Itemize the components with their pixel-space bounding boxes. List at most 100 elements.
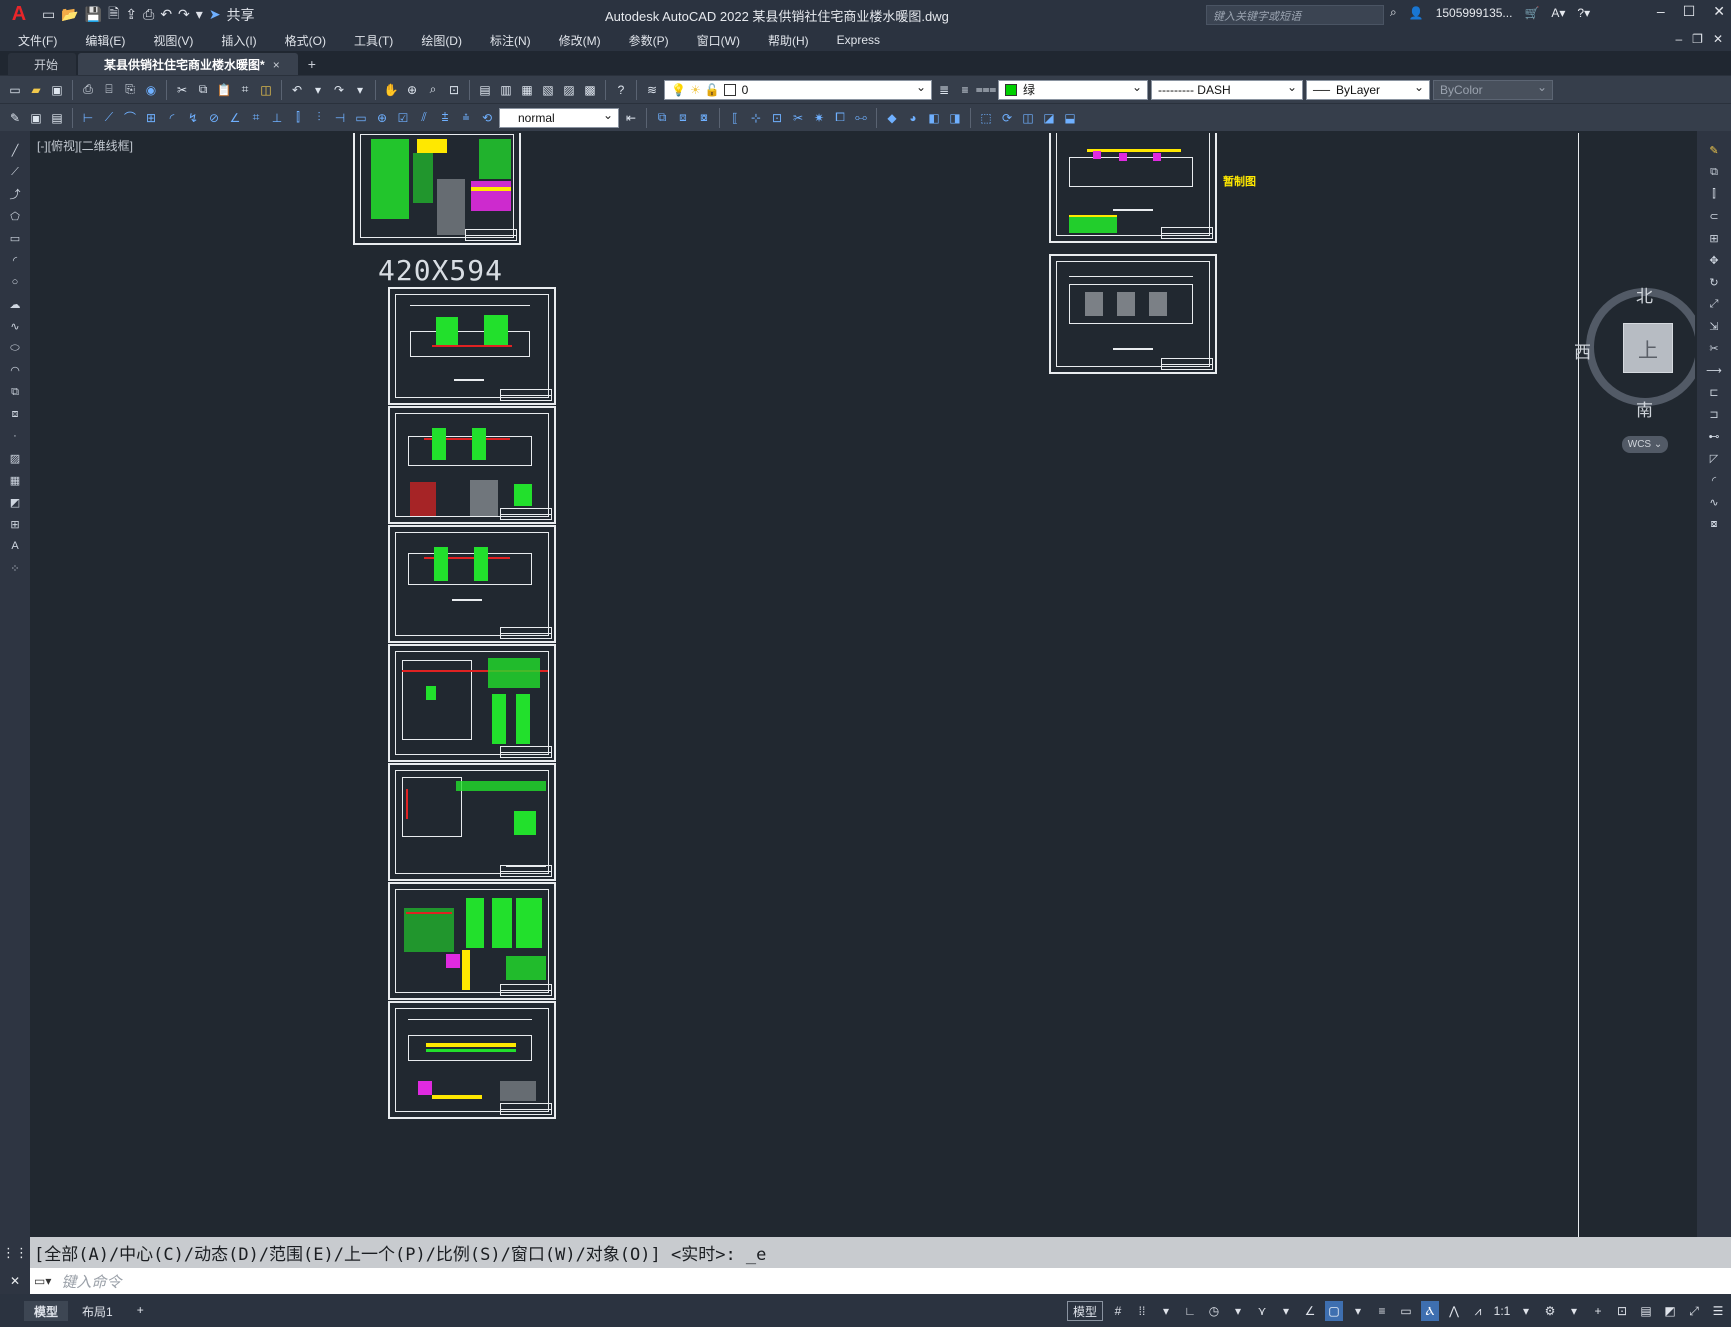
minimize-icon[interactable]: – [1657,3,1665,20]
zoom-realtime-icon[interactable]: ⊕ [403,81,421,99]
help-search-input[interactable]: 键入关键字或短语 [1206,5,1384,25]
tab-model[interactable]: 模型 [24,1300,69,1321]
new-icon[interactable]: ▭ [6,81,24,99]
grid-icon[interactable]: # [1109,1301,1127,1321]
undo-icon[interactable]: ↶ [160,6,172,23]
command-input[interactable]: 键入命令 [61,1271,121,1292]
compass-west[interactable]: 西 [1574,338,1591,363]
workspace-gear-icon[interactable]: ⚙ [1541,1301,1559,1321]
menu-item-4[interactable]: 格式(O) [285,32,326,49]
lineweight-dropdown[interactable]: ── ByLayer [1306,79,1430,100]
undo-dropdown-icon[interactable]: ▾ [309,81,327,99]
redo-dropdown-icon[interactable]: ▾ [351,81,369,99]
jogged-dimension-icon[interactable]: ↯ [184,109,202,127]
drawing-sheet-4[interactable] [388,644,556,762]
3d-print-icon[interactable]: ◉ [142,81,160,99]
viewcube-top-face[interactable]: 上 [1623,323,1673,373]
offset-icon[interactable]: ⊂ [1705,207,1723,225]
autodesk-app-icon[interactable]: A▾ [1551,6,1565,20]
break-at-point-icon[interactable]: ⊏ [1705,383,1723,401]
draworder-front-icon[interactable]: ⧉ [653,109,671,127]
drawing-sheet-notes[interactable] [353,133,521,245]
3d-cylinder-icon[interactable]: ◧ [925,109,943,127]
polar-dropdown-icon[interactable]: ▾ [1229,1301,1247,1321]
open-icon[interactable]: ▰ [27,81,45,99]
drawing-sheet-right-1[interactable] [1049,133,1217,243]
object-snap-icon[interactable]: ▢ [1325,1301,1343,1321]
customization-menu-icon[interactable]: ☰ [1709,1301,1727,1321]
snap-icon[interactable]: ⁞⁞ [1133,1301,1151,1321]
menu-item-11[interactable]: 帮助(H) [768,32,809,49]
menu-item-7[interactable]: 标注(N) [490,32,531,49]
plot-icon[interactable]: ⎙ [79,81,97,99]
save-icon[interactable]: ▣ [48,81,66,99]
arc-length-icon[interactable]: ⌒ [121,109,139,127]
layer-states-icon[interactable]: ⩶ [976,81,997,99]
angular-dimension-icon[interactable]: ∠ [226,109,244,127]
save-as-icon[interactable]: 🗎 [108,3,119,27]
tab-drawing[interactable]: 某县供销社住宅商业楼水暖图* × [78,53,298,75]
menu-item-12[interactable]: Express [837,33,880,47]
dimension-break-icon[interactable]: ⊣ [331,109,349,127]
drawing-sheet-7[interactable] [388,1001,556,1119]
continue-dimension-icon[interactable]: ⫿ [289,109,307,127]
menu-item-10[interactable]: 窗口(W) [697,32,740,49]
tab-layout1[interactable]: 布局1 [72,1301,123,1321]
drawing-sheet-1[interactable] [388,287,556,405]
insert-block-icon[interactable]: ⧉ [6,383,24,401]
drawing-sheet-2[interactable] [388,406,556,524]
clean-screen-icon[interactable]: ⤢ [1685,1301,1703,1321]
polar-tracking-icon[interactable]: ◷ [1205,1301,1223,1321]
sheet-set-icon[interactable]: ▧ [539,81,557,99]
array-icon[interactable]: ⊞ [1705,229,1723,247]
share-label[interactable]: 共享 [227,5,255,25]
wcs-menu-button[interactable]: WCS ⌄ [1622,436,1668,453]
explode-icon[interactable]: ⧇ [1705,515,1723,533]
drawing-canvas[interactable]: [-][俯视][二维线框] 420X594 暂制图 北 南 西 上 WCS ⌄ [33,133,1695,1237]
publish-icon[interactable]: ⎘ [121,81,139,99]
pan-icon[interactable]: ✋ [382,81,400,99]
construction-line-icon[interactable]: ⟋ [6,163,24,181]
viewcube[interactable]: 北 南 西 东 上 [1574,287,1695,420]
tab-start[interactable]: 开始 [8,53,77,75]
draworder-back-icon[interactable]: ⧈ [674,109,692,127]
doc-minimize-icon[interactable]: – [1675,32,1682,46]
gradient-icon[interactable]: ▦ [6,471,24,489]
ellipse-icon[interactable]: ⬭ [6,339,24,357]
erase-icon[interactable]: ✎ [1705,141,1723,159]
stretch-icon[interactable]: ⇲ [1705,317,1723,335]
tolerance-icon[interactable]: ▭ [352,109,370,127]
close-window-icon[interactable]: ✕ [1713,3,1725,20]
help-icon[interactable]: ?▾ [1577,6,1590,20]
menu-item-1[interactable]: 编辑(E) [85,32,125,49]
menu-item-9[interactable]: 参数(P) [629,32,669,49]
paste-icon[interactable]: 📋 [215,81,233,99]
ellipse-arc-icon[interactable]: ◠ [6,361,24,379]
help-icon[interactable]: ? [612,81,630,99]
object-snap-tracking-icon[interactable]: ∠ [1301,1301,1319,1321]
drawing-sheet-right-2[interactable] [1049,254,1217,374]
plotstyle-dropdown[interactable]: ByColor [1433,79,1553,100]
add-layout-button[interactable]: + [127,1301,154,1321]
group-icon[interactable]: ⧠ [831,109,849,127]
sweep-icon[interactable]: ◫ [1019,109,1037,127]
command-customize-icon[interactable]: ▭▾ [34,1274,51,1288]
menu-item-5[interactable]: 工具(T) [354,32,393,49]
scale-icon[interactable]: ⤢ [1705,295,1723,313]
units-icon[interactable]: ⊡ [1613,1301,1631,1321]
drawing-sheet-6[interactable] [388,882,556,1000]
new-tab-button[interactable]: + [308,56,316,75]
maximize-icon[interactable]: ☐ [1683,3,1696,20]
drawing-sheet-5[interactable] [388,763,556,881]
command-line[interactable]: ✕ ▭▾ 键入命令 [0,1268,1731,1294]
auto-scale-icon[interactable]: ⋀ [1445,1301,1463,1321]
block-editor-icon[interactable]: ◫ [257,81,275,99]
hatch-icon[interactable]: ▨ [6,449,24,467]
lineweight-display-icon[interactable]: ≡ [1373,1301,1391,1321]
redo-icon[interactable]: ↷ [330,81,348,99]
drawing-sheet-3[interactable] [388,525,556,643]
attach-xref-icon[interactable]: ⊡ [768,109,786,127]
annotation-monitor-icon[interactable]: + [1589,1301,1607,1321]
zoom-previous-icon[interactable]: ⊡ [445,81,463,99]
isodraft-dropdown-icon[interactable]: ▾ [1277,1301,1295,1321]
